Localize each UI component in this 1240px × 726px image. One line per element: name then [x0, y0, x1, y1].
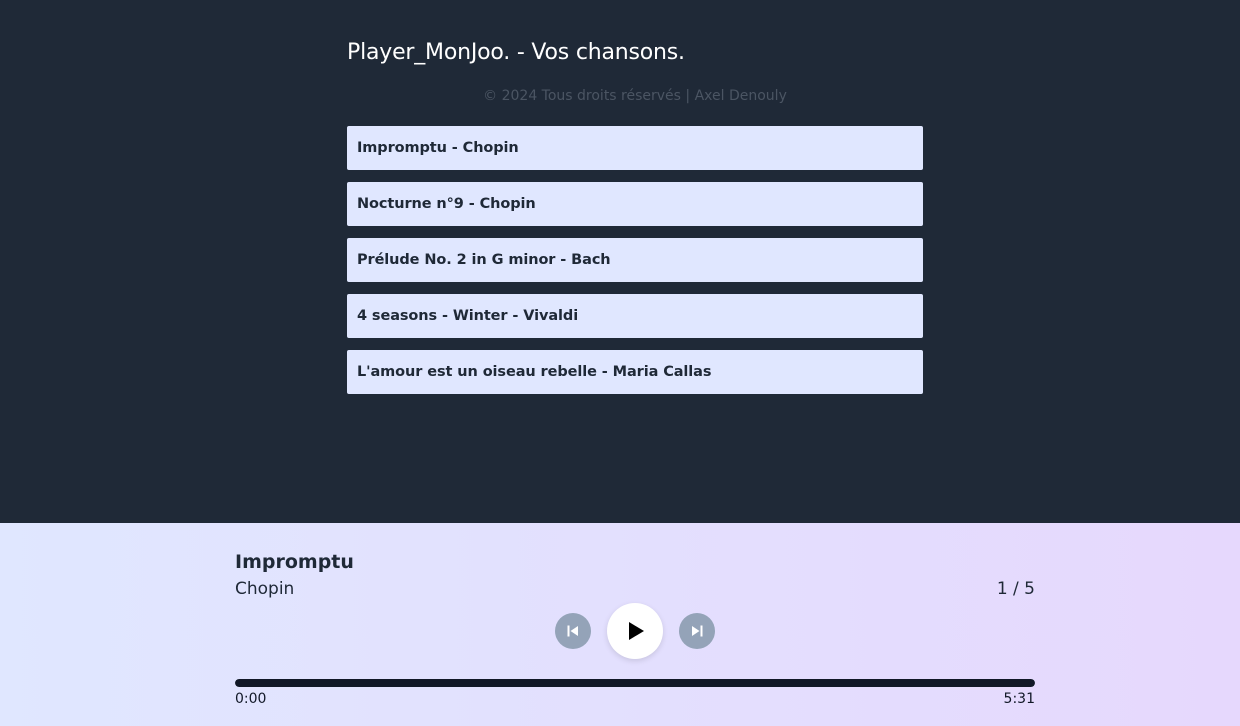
song-library-section: Player_MonJoo. - Vos chansons. © 2024 To…	[0, 0, 1240, 523]
track-counter: 1 / 5	[996, 579, 1035, 599]
next-button[interactable]	[679, 613, 715, 649]
skip-next-icon	[692, 625, 703, 637]
total-time: 5:31	[1003, 691, 1035, 707]
copyright-text: © 2024 Tous droits réservés | Axel Denou…	[483, 88, 787, 104]
page-title: Player_MonJoo. - Vos chansons.	[347, 40, 685, 65]
progress-bar[interactable]	[235, 679, 1035, 687]
song-item-label: Impromptu - Chopin	[357, 140, 519, 156]
song-item-4[interactable]: 4 seasons - Winter - Vivaldi	[347, 294, 923, 338]
previous-button[interactable]	[555, 613, 591, 649]
song-item-1[interactable]: Impromptu - Chopin	[347, 126, 923, 170]
song-item-label: Nocturne n°9 - Chopin	[357, 196, 536, 212]
song-item-3[interactable]: Prélude No. 2 in G minor - Bach	[347, 238, 923, 282]
player-bar: Impromptu Chopin 1 / 5 0:00 5:31	[0, 523, 1240, 726]
current-time: 0:00	[235, 691, 267, 707]
song-item-label: L'amour est un oiseau rebelle - Maria Ca…	[357, 364, 712, 380]
song-item-2[interactable]: Nocturne n°9 - Chopin	[347, 182, 923, 226]
progress-fill	[235, 679, 1035, 687]
song-item-label: 4 seasons - Winter - Vivaldi	[357, 308, 579, 324]
song-item-5[interactable]: L'amour est un oiseau rebelle - Maria Ca…	[347, 350, 923, 394]
song-item-label: Prélude No. 2 in G minor - Bach	[357, 252, 611, 268]
play-icon	[629, 622, 644, 640]
skip-previous-icon	[567, 625, 578, 637]
now-playing-artist: Chopin	[235, 579, 295, 599]
song-list: Impromptu - Chopin Nocturne n°9 - Chopin…	[347, 126, 923, 406]
play-button[interactable]	[607, 603, 663, 659]
now-playing-title: Impromptu	[235, 551, 354, 573]
